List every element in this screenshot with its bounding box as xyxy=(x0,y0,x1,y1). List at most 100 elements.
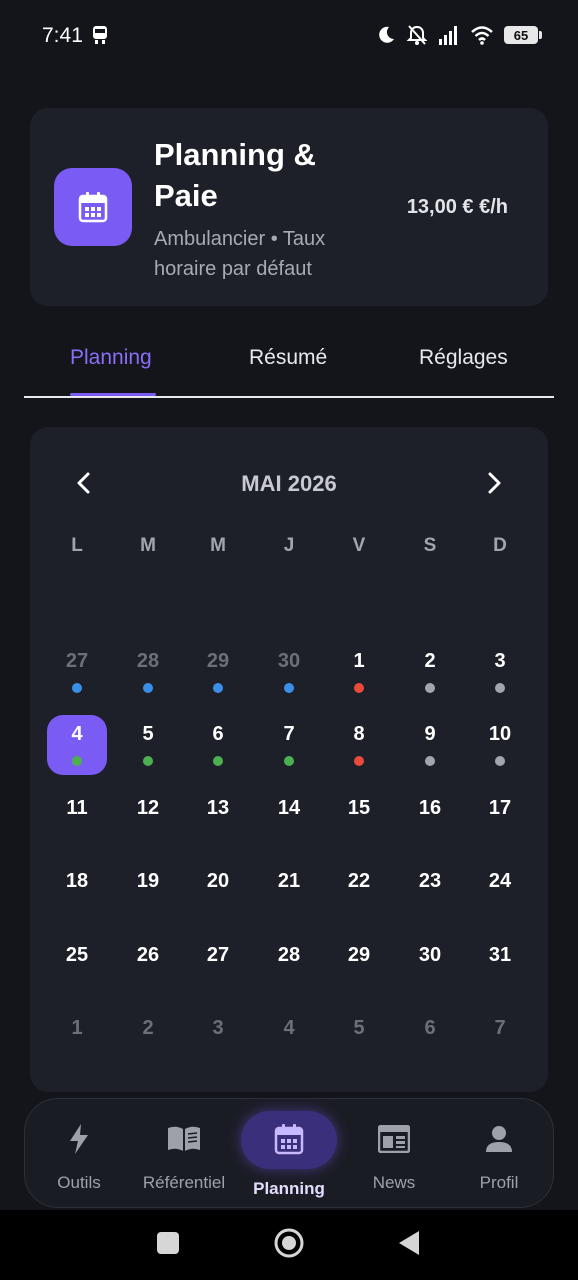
calendar-day[interactable]: 15 xyxy=(329,789,389,849)
nav-profil[interactable]: Profil xyxy=(446,1099,552,1209)
calendar-day[interactable]: 28 xyxy=(259,936,319,996)
day-number: 9 xyxy=(424,723,436,745)
weekday-label: M xyxy=(140,535,156,556)
calendar-icon xyxy=(269,1119,309,1159)
status-time: 7:41 xyxy=(42,24,83,47)
calendar-day[interactable]: 2 xyxy=(400,642,460,702)
calendar-day[interactable]: 16 xyxy=(400,789,460,849)
page-title: Planning & Paie xyxy=(154,137,316,213)
day-number: 30 xyxy=(277,650,301,672)
tab-reglages[interactable]: Réglages xyxy=(419,346,508,370)
calendar-day[interactable]: 27 xyxy=(188,936,248,996)
day-number: 15 xyxy=(347,797,371,819)
chevron-right-icon[interactable] xyxy=(482,469,506,497)
back-triangle-icon[interactable] xyxy=(397,1230,421,1256)
book-icon xyxy=(164,1119,204,1159)
day-number: 2 xyxy=(424,650,436,672)
status-bar: 7:41 65 xyxy=(0,0,578,72)
calendar-day[interactable]: 3 xyxy=(470,642,530,702)
calendar-day[interactable]: 23 xyxy=(400,862,460,922)
weekday-label: V xyxy=(352,535,366,556)
day-number: 5 xyxy=(353,1017,365,1039)
nav-outils[interactable]: Outils xyxy=(26,1099,132,1209)
day-number: 10 xyxy=(488,723,512,745)
calendar-day[interactable]: 6 xyxy=(400,1009,460,1069)
calendar-day[interactable]: 17 xyxy=(470,789,530,849)
day-status-dot xyxy=(143,683,153,693)
calendar-day[interactable]: 4 xyxy=(259,1009,319,1069)
calendar-day[interactable]: 8 xyxy=(329,715,389,775)
day-number: 31 xyxy=(488,944,512,966)
day-number: 4 xyxy=(283,1017,295,1039)
tab-active-indicator xyxy=(70,393,156,396)
calendar-day[interactable]: 22 xyxy=(329,862,389,922)
calendar-day[interactable]: 18 xyxy=(47,862,107,922)
calendar-day[interactable]: 27 xyxy=(47,642,107,702)
calendar-day[interactable]: 26 xyxy=(118,936,178,996)
calendar-day[interactable]: 31 xyxy=(470,936,530,996)
calendar-day[interactable]: 10 xyxy=(470,715,530,775)
header-card: Planning & Paie Ambulancier • Taux horai… xyxy=(30,108,548,306)
calendar-day[interactable]: 21 xyxy=(259,862,319,922)
calendar-day[interactable]: 5 xyxy=(118,715,178,775)
day-number: 5 xyxy=(142,723,154,745)
day-number: 20 xyxy=(206,870,230,892)
day-number: 6 xyxy=(424,1017,436,1039)
day-number: 12 xyxy=(136,797,160,819)
calendar-day[interactable]: 6 xyxy=(188,715,248,775)
tab-planning[interactable]: Planning xyxy=(70,346,152,370)
calendar-day[interactable]: 9 xyxy=(400,715,460,775)
calendar-day[interactable]: 20 xyxy=(188,862,248,922)
day-number: 7 xyxy=(283,723,295,745)
system-nav-bar xyxy=(0,1210,578,1280)
day-number: 8 xyxy=(353,723,365,745)
calendar-card: MAI 2026 L M M J V S D 27 28 29 30 1 2 3 4 5 6 7 8 9 10 11 12 1… xyxy=(30,427,548,1092)
calendar-day[interactable]: 1 xyxy=(47,1009,107,1069)
day-status-dot xyxy=(213,683,223,693)
calendar-day[interactable]: 29 xyxy=(329,936,389,996)
calendar-day[interactable]: 2 xyxy=(118,1009,178,1069)
day-number: 21 xyxy=(277,870,301,892)
calendar-day[interactable]: 13 xyxy=(188,789,248,849)
calendar-day[interactable]: 24 xyxy=(470,862,530,922)
calendar-day[interactable]: 7 xyxy=(470,1009,530,1069)
day-number: 14 xyxy=(277,797,301,819)
calendar-day[interactable]: 3 xyxy=(188,1009,248,1069)
day-number: 1 xyxy=(353,650,365,672)
day-status-dot xyxy=(425,756,435,766)
day-number: 1 xyxy=(71,1017,83,1039)
wifi-icon xyxy=(471,26,493,45)
calendar-day[interactable]: 30 xyxy=(400,936,460,996)
calendar-day[interactable]: 12 xyxy=(118,789,178,849)
battery-icon: 65 xyxy=(504,26,542,44)
calendar-day[interactable]: 25 xyxy=(47,936,107,996)
calendar-day[interactable]: 5 xyxy=(329,1009,389,1069)
nav-label: Planning xyxy=(253,1179,325,1198)
day-number: 25 xyxy=(65,944,89,966)
tab-bar: Planning Résumé Réglages xyxy=(24,330,554,398)
tab-resume[interactable]: Résumé xyxy=(249,346,327,370)
calendar-month-title: MAI 2026 xyxy=(241,471,337,496)
nav-planning[interactable]: Planning xyxy=(236,1099,342,1209)
recents-square-icon[interactable] xyxy=(157,1232,179,1254)
calendar-day[interactable]: 29 xyxy=(188,642,248,702)
calendar-day[interactable]: 19 xyxy=(118,862,178,922)
hourly-rate: 13,00 € €/h xyxy=(406,196,508,218)
day-status-dot xyxy=(354,756,364,766)
battery-level: 65 xyxy=(513,27,529,43)
calendar-day[interactable]: 11 xyxy=(47,789,107,849)
calendar-day[interactable]: 28 xyxy=(118,642,178,702)
day-status-dot xyxy=(354,683,364,693)
calendar-day-selected[interactable]: 4 xyxy=(47,715,107,775)
calendar-day[interactable]: 30 xyxy=(259,642,319,702)
nav-referentiel[interactable]: Référentiel xyxy=(131,1099,237,1209)
day-number: 28 xyxy=(136,650,160,672)
calendar-day[interactable]: 1 xyxy=(329,642,389,702)
nav-news[interactable]: News xyxy=(341,1099,447,1209)
home-circle-icon[interactable] xyxy=(273,1227,305,1259)
day-status-dot xyxy=(284,683,294,693)
day-number: 13 xyxy=(206,797,230,819)
calendar-day[interactable]: 7 xyxy=(259,715,319,775)
day-number: 11 xyxy=(66,797,88,819)
calendar-day[interactable]: 14 xyxy=(259,789,319,849)
